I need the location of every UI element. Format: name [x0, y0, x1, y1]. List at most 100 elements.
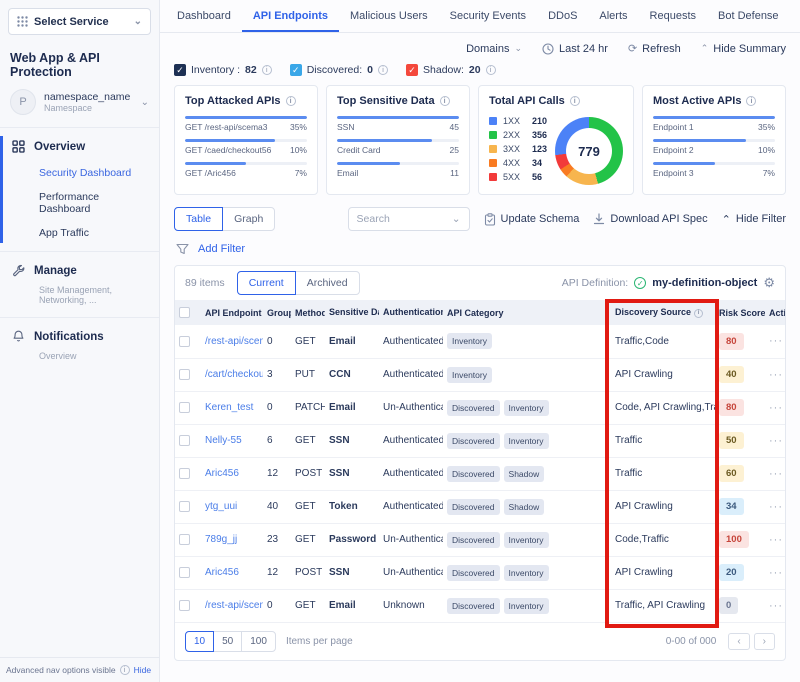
bar-list: SSN45Credit Card25Email11 [337, 116, 459, 178]
tab-ddos[interactable]: DDoS [537, 0, 588, 32]
row-actions-menu[interactable]: ··· [769, 335, 783, 347]
next-page-button[interactable]: › [754, 633, 775, 650]
bar-item: GET /Aric4567% [185, 162, 307, 178]
row-checkbox[interactable] [179, 534, 190, 545]
actions-cell: ··· [765, 589, 785, 622]
time-range-button[interactable]: Last 24 hr [542, 43, 608, 55]
bar-value: 10% [290, 145, 307, 155]
filter-chip-inventory-[interactable]: ✓Inventory : 82i [174, 64, 272, 76]
sidebar-item-app-traffic[interactable]: App Traffic [0, 221, 159, 251]
tab-bot-defense[interactable]: Bot Defense [707, 0, 790, 32]
api-endpoints-table: API EndpointGroupMethodSensitive DataiAu… [175, 300, 785, 623]
legend-item-4xx: 4XX34 [489, 158, 547, 168]
row-actions-menu[interactable]: ··· [769, 369, 783, 381]
column-header-risk-score[interactable]: Risk Score [715, 300, 765, 325]
row-checkbox[interactable] [179, 567, 190, 578]
method-cell: POST [291, 457, 325, 490]
prev-page-button[interactable]: ‹ [728, 633, 749, 650]
tab-security-events[interactable]: Security Events [439, 0, 537, 32]
endpoint-link[interactable]: ytg_uui [205, 501, 237, 512]
api-calls-donut-chart: 779 [555, 117, 623, 185]
row-actions-menu[interactable]: ··· [769, 402, 783, 414]
row-actions-menu[interactable]: ··· [769, 501, 783, 513]
table-body: /rest-api/scema0GETEmailAuthenticatedInv… [175, 325, 785, 622]
tab-malicious-users[interactable]: Malicious Users [339, 0, 439, 32]
tab-requests[interactable]: Requests [639, 0, 707, 32]
update-schema-button[interactable]: Update Schema [484, 213, 580, 226]
endpoint-link[interactable]: Aric456 [205, 567, 239, 578]
search-input[interactable]: Search ⌄ [348, 207, 470, 231]
select-service-label: Select Service [34, 16, 109, 28]
row-checkbox[interactable] [179, 336, 190, 347]
column-header-api-category[interactable]: API Category [443, 300, 611, 325]
sidebar-item-manage[interactable]: Manage [0, 252, 159, 285]
archived-tab[interactable]: Archived [295, 271, 360, 295]
info-icon: i [262, 65, 272, 75]
endpoint-link[interactable]: /cart/checkout [205, 369, 263, 380]
column-header-actions[interactable]: Actions [765, 300, 785, 325]
row-actions-menu[interactable]: ··· [769, 468, 783, 480]
api-definition-value[interactable]: my-definition-object [652, 277, 757, 289]
row-actions-menu[interactable]: ··· [769, 600, 783, 612]
auth-state-cell: Authenticated [379, 424, 443, 457]
row-checkbox[interactable] [179, 468, 190, 479]
sidebar-item-overview[interactable]: Overview [0, 128, 159, 161]
filter-chip-shadow-[interactable]: ✓Shadow: 20i [406, 64, 496, 76]
checkbox-checked-icon[interactable]: ✓ [406, 64, 418, 76]
tab-alerts[interactable]: Alerts [588, 0, 638, 32]
page-size-selector: 1050100 [185, 631, 276, 652]
column-header-method[interactable]: Method [291, 300, 325, 325]
endpoint-link[interactable]: 789g_jj [205, 534, 237, 545]
info-icon[interactable]: i [746, 96, 756, 106]
hide-filter-button[interactable]: ⌃ Hide Filter [722, 213, 786, 226]
hide-nav-link[interactable]: Hide [134, 665, 151, 675]
group-cell: 3 [263, 358, 291, 391]
table-view-button[interactable]: Table [174, 207, 223, 231]
filter-chip-discovered-[interactable]: ✓Discovered: 0i [290, 64, 388, 76]
current-tab[interactable]: Current [237, 271, 296, 295]
bar-value: 45 [450, 122, 459, 132]
auth-state-cell: Authenticated [379, 457, 443, 490]
column-header-api-endpoint[interactable]: API Endpoint [201, 300, 263, 325]
row-actions-menu[interactable]: ··· [769, 534, 783, 546]
row-checkbox[interactable] [179, 501, 190, 512]
info-icon[interactable]: i [286, 96, 296, 106]
sidebar-item-security-dashboard[interactable]: Security Dashboard [0, 161, 159, 185]
page-size-10[interactable]: 10 [185, 631, 214, 652]
row-checkbox[interactable] [179, 600, 190, 611]
info-icon[interactable]: i [570, 96, 580, 106]
row-checkbox[interactable] [179, 369, 190, 380]
endpoint-link[interactable]: Nelly-55 [205, 435, 242, 446]
sidebar-item-performance-dashboard[interactable]: Performance Dashboard [0, 185, 159, 221]
tab-api-endpoints[interactable]: API Endpoints [242, 0, 339, 32]
page-size-100[interactable]: 100 [241, 631, 276, 652]
checkbox-checked-icon[interactable]: ✓ [290, 64, 302, 76]
column-header-authentication-state[interactable]: Authentication Statei [379, 300, 443, 325]
sidebar-item-notifications[interactable]: Notifications [0, 318, 159, 351]
tab-dashboard[interactable]: Dashboard [166, 0, 242, 32]
graph-view-button[interactable]: Graph [222, 207, 275, 231]
endpoint-link[interactable]: Aric456 [205, 468, 239, 479]
hide-summary-button[interactable]: ⌃ Hide Summary [701, 43, 786, 55]
row-checkbox[interactable] [179, 402, 190, 413]
endpoint-link[interactable]: /rest-api/scema [205, 336, 263, 347]
select-all-checkbox[interactable] [179, 307, 190, 318]
add-filter-button[interactable]: Add Filter [198, 243, 245, 255]
endpoint-link[interactable]: /rest-api/scema [205, 600, 263, 611]
download-api-spec-button[interactable]: Download API Spec [593, 213, 707, 225]
row-actions-menu[interactable]: ··· [769, 567, 783, 579]
row-actions-menu[interactable]: ··· [769, 435, 783, 447]
column-header-group[interactable]: Group [263, 300, 291, 325]
column-header-sensitive-data[interactable]: Sensitive Datai [325, 300, 379, 325]
domains-dropdown[interactable]: Domains ⌄ [466, 43, 522, 55]
row-checkbox[interactable] [179, 435, 190, 446]
select-service-dropdown[interactable]: Select Service ⌄ [8, 8, 151, 35]
gear-icon[interactable]: ⚙ [763, 275, 775, 291]
column-header-discovery-source[interactable]: Discovery Sourcei [611, 300, 715, 325]
page-size-50[interactable]: 50 [213, 631, 242, 652]
refresh-button[interactable]: ⟳ Refresh [628, 42, 681, 55]
endpoint-link[interactable]: Keren_test [205, 402, 253, 413]
checkbox-checked-icon[interactable]: ✓ [174, 64, 186, 76]
info-icon[interactable]: i [440, 96, 450, 106]
namespace-selector[interactable]: P namespace_name Namespace ⌄ [0, 85, 159, 127]
